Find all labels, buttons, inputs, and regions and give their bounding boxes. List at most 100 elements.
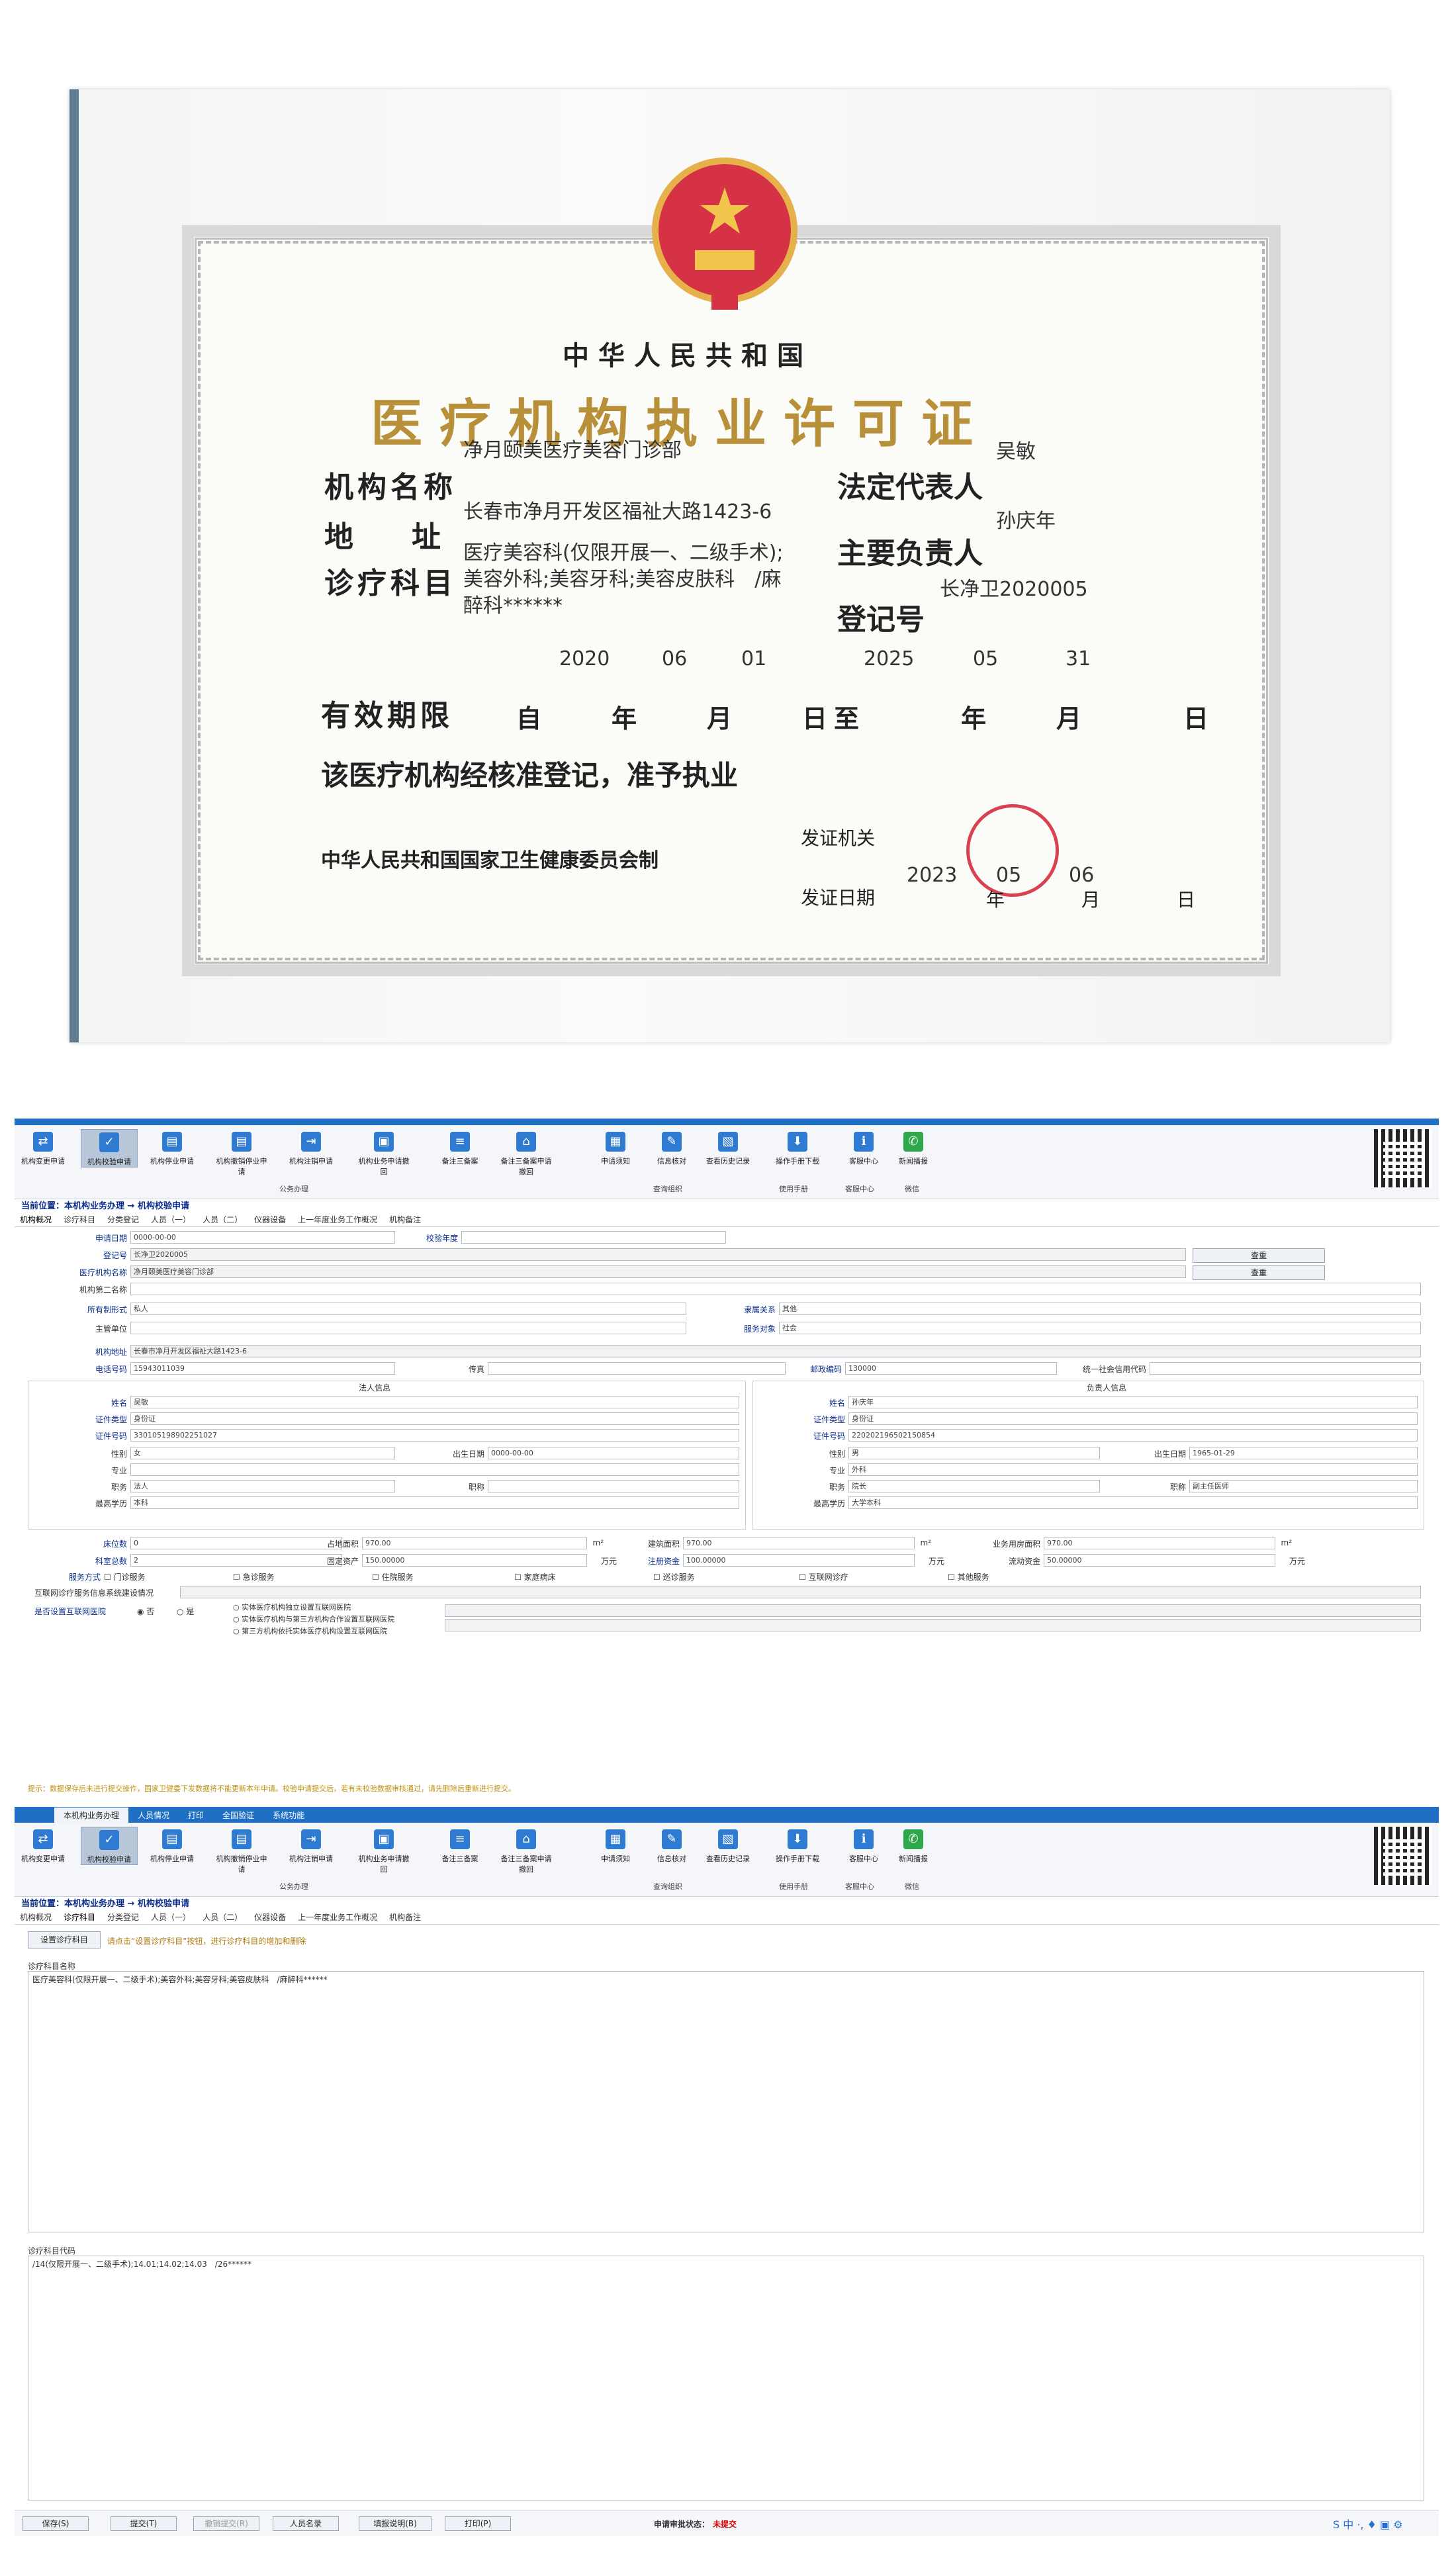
head-idno-input[interactable]: 220202196502150854 [848, 1429, 1418, 1442]
fill-guide-button[interactable]: 填报说明(B) [359, 2516, 432, 2531]
ribbon-btn-memo-withdraw[interactable]: ⌂ 备注三备案申请撤回 [498, 1827, 555, 1874]
verify-year-input[interactable] [461, 1231, 726, 1244]
ribbon-btn-cancel-suspend[interactable]: ▤ 机构撤销停业申请 [213, 1827, 270, 1874]
tab-category[interactable]: 分类登记 [107, 1215, 139, 1224]
head-job-input[interactable]: 院长 [848, 1480, 1100, 1492]
ribbon-btn-suspend[interactable]: ▤ 机构停业申请 [144, 1827, 201, 1864]
legal-job-input[interactable]: 法人 [130, 1480, 395, 1492]
legal-sex-select[interactable]: 女 [130, 1447, 395, 1459]
legal-edu-input[interactable]: 本科 [130, 1496, 739, 1509]
own-select[interactable]: 私人 [130, 1303, 686, 1315]
ribbon-btn-check[interactable]: ✎ 信息核对 [643, 1129, 700, 1166]
fixed-input[interactable]: 150.00000 [362, 1554, 587, 1567]
query-button[interactable]: 查重 [1193, 1248, 1325, 1263]
set-depts-button[interactable]: 设置诊疗科目 [28, 1931, 101, 1948]
ribbon-btn-check[interactable]: ✎ 信息核对 [643, 1827, 700, 1864]
ribbon-btn-deregister[interactable]: ⇥ 机构注销申请 [283, 1129, 340, 1166]
tab-overview[interactable]: 机构概况 [20, 1215, 52, 1224]
area-input[interactable]: 970.00 [362, 1537, 587, 1549]
ribbon-btn-manual[interactable]: ⬇ 操作手册下载 [769, 1827, 826, 1864]
legal-name-input[interactable]: 吴敏 [130, 1396, 739, 1408]
tab-last-year[interactable]: 上一年度业务工作概况 [298, 1913, 377, 1922]
ribbon-btn-notice[interactable]: ▦ 申请须知 [587, 1827, 644, 1864]
tab-staff-1[interactable]: 人员（一） [151, 1215, 191, 1224]
org-name-input[interactable]: 净月颐美医疗美容门诊部 [130, 1265, 1186, 1278]
tab-notes[interactable]: 机构备注 [389, 1215, 421, 1224]
ribbon-btn-news[interactable]: ✆ 新闻播报 [885, 1827, 942, 1864]
legal-major-input[interactable] [130, 1463, 739, 1476]
net-hospital-input-2[interactable] [445, 1619, 1421, 1631]
house-input[interactable]: 970.00 [1044, 1537, 1275, 1549]
top-tab-staff[interactable]: 人员情况 [128, 1808, 179, 1823]
head-title-input[interactable]: 副主任医师 [1189, 1480, 1418, 1492]
tab-category[interactable]: 分类登记 [107, 1913, 139, 1922]
affil-select[interactable]: 其他 [779, 1303, 1421, 1315]
top-tab-business[interactable]: 本机构业务办理 [54, 1808, 129, 1823]
super-input[interactable] [130, 1322, 686, 1334]
svc-outpatient-checkbox[interactable]: ☐ 门诊服务 [104, 1571, 183, 1582]
net-opt-1-radio[interactable]: ○ 实体医疗机构独立设置互联网医院 [233, 1602, 432, 1612]
fax-input[interactable] [488, 1362, 786, 1375]
head-major-input[interactable]: 外科 [848, 1463, 1418, 1476]
flow-input[interactable]: 50.00000 [1044, 1554, 1275, 1567]
depts-names-textarea[interactable]: 医疗美容科(仅限开展一、二级手术);美容外科;美容牙科;美容皮肤科 /麻醉科**… [28, 1971, 1424, 2232]
svc-internet-checkbox[interactable]: ☐ 互联网诊疗 [799, 1571, 878, 1582]
ribbon-btn-withdraw[interactable]: ▣ 机构业务申请撤回 [355, 1129, 412, 1177]
svc-emergency-checkbox[interactable]: ☐ 急诊服务 [233, 1571, 312, 1582]
ribbon-btn-history[interactable]: ▧ 查看历史记录 [700, 1827, 756, 1864]
head-sex-select[interactable]: 男 [848, 1447, 1100, 1459]
reg-no-input[interactable]: 长净卫2020005 [130, 1248, 1186, 1261]
tab-staff-1[interactable]: 人员（一） [151, 1913, 191, 1922]
top-tab-verify[interactable]: 全国验证 [213, 1808, 263, 1823]
ribbon-btn-history[interactable]: ▧ 查看历史记录 [700, 1129, 756, 1166]
net-no-radio[interactable]: ◉ 否 [137, 1606, 163, 1617]
depts-codes-textarea[interactable]: /14(仅限开展一、二级手术);14.01;14.02;14.03 /26***… [28, 2256, 1424, 2500]
ribbon-btn-change[interactable]: ⇄ 机构变更申请 [15, 1129, 71, 1166]
svc-homebed-checkbox[interactable]: ☐ 家庭病床 [514, 1571, 594, 1582]
legal-birth-input[interactable]: 0000-00-00 [488, 1447, 739, 1459]
top-tab-system[interactable]: 系统功能 [263, 1808, 314, 1823]
svc-inpatient-checkbox[interactable]: ☐ 住院服务 [372, 1571, 451, 1582]
tab-last-year[interactable]: 上一年度业务工作概况 [298, 1215, 377, 1224]
regcap-input[interactable]: 100.00000 [683, 1554, 915, 1567]
ribbon-btn-deregister[interactable]: ⇥ 机构注销申请 [283, 1827, 340, 1864]
tab-staff-2[interactable]: 人员（二） [203, 1215, 242, 1224]
ribbon-btn-verify[interactable]: ✓ 机构校验申请 [81, 1129, 138, 1168]
staff-list-button[interactable]: 人员名录 [273, 2516, 339, 2531]
net-yes-radio[interactable]: ○ 是 [177, 1606, 203, 1617]
print-button[interactable]: 打印(P) [445, 2516, 511, 2531]
ribbon-btn-notice[interactable]: ▦ 申请须知 [587, 1129, 644, 1166]
ribbon-btn-change[interactable]: ⇄ 机构变更申请 [15, 1827, 71, 1864]
head-birth-input[interactable]: 1965-01-29 [1189, 1447, 1418, 1459]
build-input[interactable]: 970.00 [683, 1537, 915, 1549]
ribbon-btn-service[interactable]: ℹ 客服中心 [835, 1827, 892, 1864]
net-opt-3-radio[interactable]: ○ 第三方机构依托实体医疗机构设置互联网医院 [233, 1626, 432, 1636]
legal-title-input[interactable] [488, 1480, 739, 1492]
ribbon-btn-news[interactable]: ✆ 新闻播报 [885, 1129, 942, 1166]
ribbon-btn-manual[interactable]: ⬇ 操作手册下载 [769, 1129, 826, 1166]
ribbon-btn-suspend[interactable]: ▤ 机构停业申请 [144, 1129, 201, 1166]
ribbon-btn-verify[interactable]: ✓ 机构校验申请 [81, 1827, 138, 1865]
net-name-input[interactable] [180, 1586, 1421, 1598]
ribbon-btn-service[interactable]: ℹ 客服中心 [835, 1129, 892, 1166]
head-idtype-select[interactable]: 身份证 [848, 1412, 1418, 1425]
net-opt-2-radio[interactable]: ○ 实体医疗机构与第三方机构合作设置互联网医院 [233, 1614, 432, 1624]
svc-tour-checkbox[interactable]: ☐ 巡诊服务 [653, 1571, 733, 1582]
revoke-submit-button[interactable]: 撤销提交(R) [193, 2516, 259, 2531]
legal-idno-input[interactable]: 330105198902251027 [130, 1429, 739, 1442]
head-name-input[interactable]: 孙庆年 [848, 1396, 1418, 1408]
credit-input[interactable] [1150, 1362, 1421, 1375]
save-button[interactable]: 保存(S) [23, 2516, 89, 2531]
submit-button[interactable]: 提交(T) [111, 2516, 177, 2531]
tab-equipment[interactable]: 仪器设备 [254, 1215, 286, 1224]
query-button-2[interactable]: 查重 [1193, 1265, 1325, 1280]
legal-idtype-select[interactable]: 身份证 [130, 1412, 739, 1425]
service-select[interactable]: 社会 [779, 1322, 1421, 1334]
tab-notes[interactable]: 机构备注 [389, 1913, 421, 1922]
tab-overview[interactable]: 机构概况 [20, 1913, 52, 1922]
tab-depts[interactable]: 诊疗科目 [64, 1215, 95, 1224]
tab-depts[interactable]: 诊疗科目 [64, 1913, 95, 1922]
ime-toolbar-icon[interactable]: S 中 ·, ♦ ▣ ⚙ [1333, 2516, 1432, 2532]
phone-input[interactable]: 15943011039 [130, 1362, 395, 1375]
addr-input[interactable]: 长春市净月开发区福祉大路1423-6 [130, 1345, 1421, 1357]
